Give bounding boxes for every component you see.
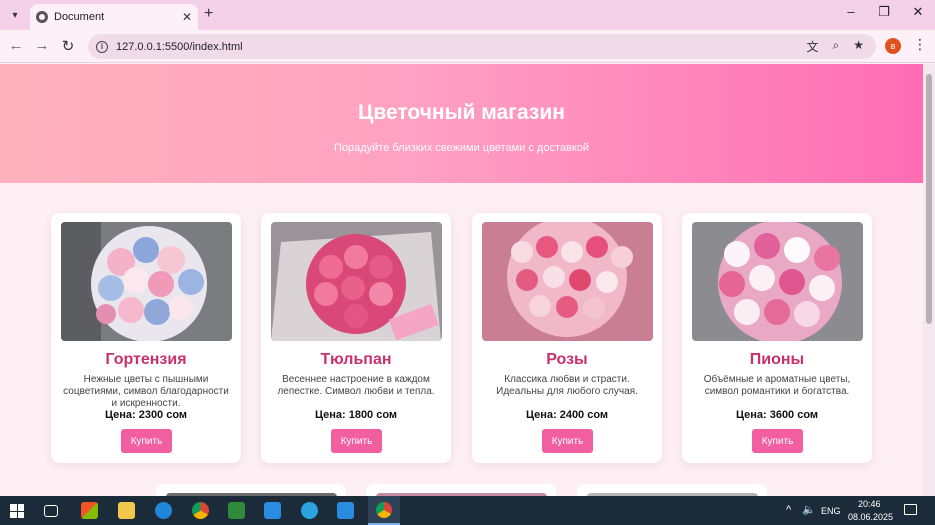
- info-icon[interactable]: i: [96, 40, 108, 53]
- scrollbar-thumb[interactable]: [926, 74, 932, 324]
- product-description: Объёмные и ароматные цветы, символ роман…: [703, 374, 851, 397]
- product-price: Цена: 2300 сом: [104, 409, 188, 421]
- buy-button[interactable]: Купить: [752, 429, 803, 453]
- product-card: Пионы Объёмные и ароматные цветы, символ…: [682, 213, 872, 463]
- notifications-icon[interactable]: [904, 504, 917, 515]
- page-title: Цветочный магазин: [358, 101, 565, 124]
- language-indicator[interactable]: ENG: [821, 506, 841, 516]
- product-description: Нежные цветы с пышными соцветиями, симво…: [63, 374, 229, 409]
- url-text[interactable]: 127.0.0.1:5500/index.html: [116, 41, 243, 53]
- buy-button[interactable]: Купить: [542, 429, 593, 453]
- product-card-partial: [156, 484, 346, 496]
- tab-title: Document: [54, 11, 105, 23]
- vertical-scrollbar[interactable]: [923, 64, 935, 496]
- reload-icon[interactable]: ↻: [58, 37, 78, 55]
- vscode-icon-2[interactable]: [337, 502, 354, 519]
- product-card-partial: [577, 484, 767, 496]
- forward-icon[interactable]: →: [32, 37, 52, 54]
- tab-search-icon[interactable]: ▾: [5, 5, 25, 25]
- product-price: Цена: 2400 сом: [525, 409, 609, 421]
- tray-chevron-icon[interactable]: ^: [786, 504, 791, 516]
- minimize-icon[interactable]: –: [836, 4, 866, 19]
- clock-time[interactable]: 20:46: [858, 499, 881, 509]
- edge-icon[interactable]: [155, 502, 172, 519]
- menu-icon[interactable]: ⋮: [913, 36, 927, 53]
- chrome-icon[interactable]: [192, 502, 209, 519]
- globe-icon: [36, 11, 48, 23]
- profile-avatar[interactable]: в: [885, 38, 901, 54]
- chrome-active-icon: [376, 502, 392, 518]
- task-view-icon[interactable]: [44, 505, 58, 517]
- windows-start-icon[interactable]: [10, 504, 24, 518]
- taskbar: ^ 🔈 ENG 20:46 08.06.2025: [0, 496, 935, 525]
- product-title: Гортензия: [105, 351, 187, 368]
- file-explorer-icon[interactable]: [118, 502, 135, 519]
- app-green-icon[interactable]: [228, 502, 245, 519]
- volume-icon[interactable]: 🔈: [802, 503, 816, 516]
- product-price: Цена: 1800 сом: [314, 409, 398, 421]
- store-icon[interactable]: [81, 502, 98, 519]
- buy-button[interactable]: Купить: [331, 429, 382, 453]
- page-subtitle: Порадуйте близких свежими цветами с дост…: [333, 142, 590, 154]
- close-icon[interactable]: ✕: [182, 10, 192, 24]
- tab-strip: ▾ Document ✕ + – ❐ ✕: [0, 0, 935, 30]
- product-price: Цена: 3600 сом: [735, 409, 819, 421]
- product-image-tulip: [271, 222, 442, 341]
- window-close-icon[interactable]: ✕: [903, 4, 933, 20]
- product-title: Розы: [546, 351, 588, 368]
- product-description: Классика любви и страсти. Идеальны для л…: [496, 374, 638, 397]
- restore-icon[interactable]: ❐: [869, 4, 899, 20]
- product-card: Розы Классика любви и страсти. Идеальны …: [472, 213, 662, 463]
- product-image-hydrangea: [61, 222, 232, 341]
- back-icon[interactable]: ←: [6, 37, 26, 54]
- product-card: Гортензия Нежные цветы с пышными соцвети…: [51, 213, 241, 463]
- tab-document[interactable]: Document ✕: [30, 4, 198, 30]
- telegram-icon[interactable]: [301, 502, 318, 519]
- clock-date[interactable]: 08.06.2025: [848, 512, 893, 522]
- page-viewport: Цветочный магазин Порадуйте близких свеж…: [0, 64, 923, 496]
- buy-button[interactable]: Купить: [121, 429, 172, 453]
- zoom-icon[interactable]: ⌕: [833, 38, 840, 55]
- product-card-partial: [366, 484, 556, 496]
- product-title: Тюльпан: [320, 351, 392, 368]
- product-card: Тюльпан Весеннее настроение в каждом леп…: [261, 213, 451, 463]
- hero-banner: Цветочный магазин Порадуйте близких свеж…: [0, 64, 923, 183]
- product-image-roses: [482, 222, 653, 341]
- translate-icon[interactable]: 文: [806, 38, 818, 55]
- product-image-peonies: [692, 222, 863, 341]
- product-description: Весеннее настроение в каждом лепестке. С…: [277, 374, 435, 397]
- new-tab-icon[interactable]: +: [204, 5, 213, 23]
- address-bar[interactable]: i 127.0.0.1:5500/index.html 文 ⌕ ★: [88, 34, 876, 59]
- vscode-icon[interactable]: [264, 502, 281, 519]
- taskbar-active-app[interactable]: [368, 496, 400, 525]
- browser-toolbar: ← → ↻ i 127.0.0.1:5500/index.html 文 ⌕ ★: [0, 30, 935, 63]
- bookmark-star-icon[interactable]: ★: [853, 38, 864, 55]
- product-title: Пионы: [749, 351, 805, 368]
